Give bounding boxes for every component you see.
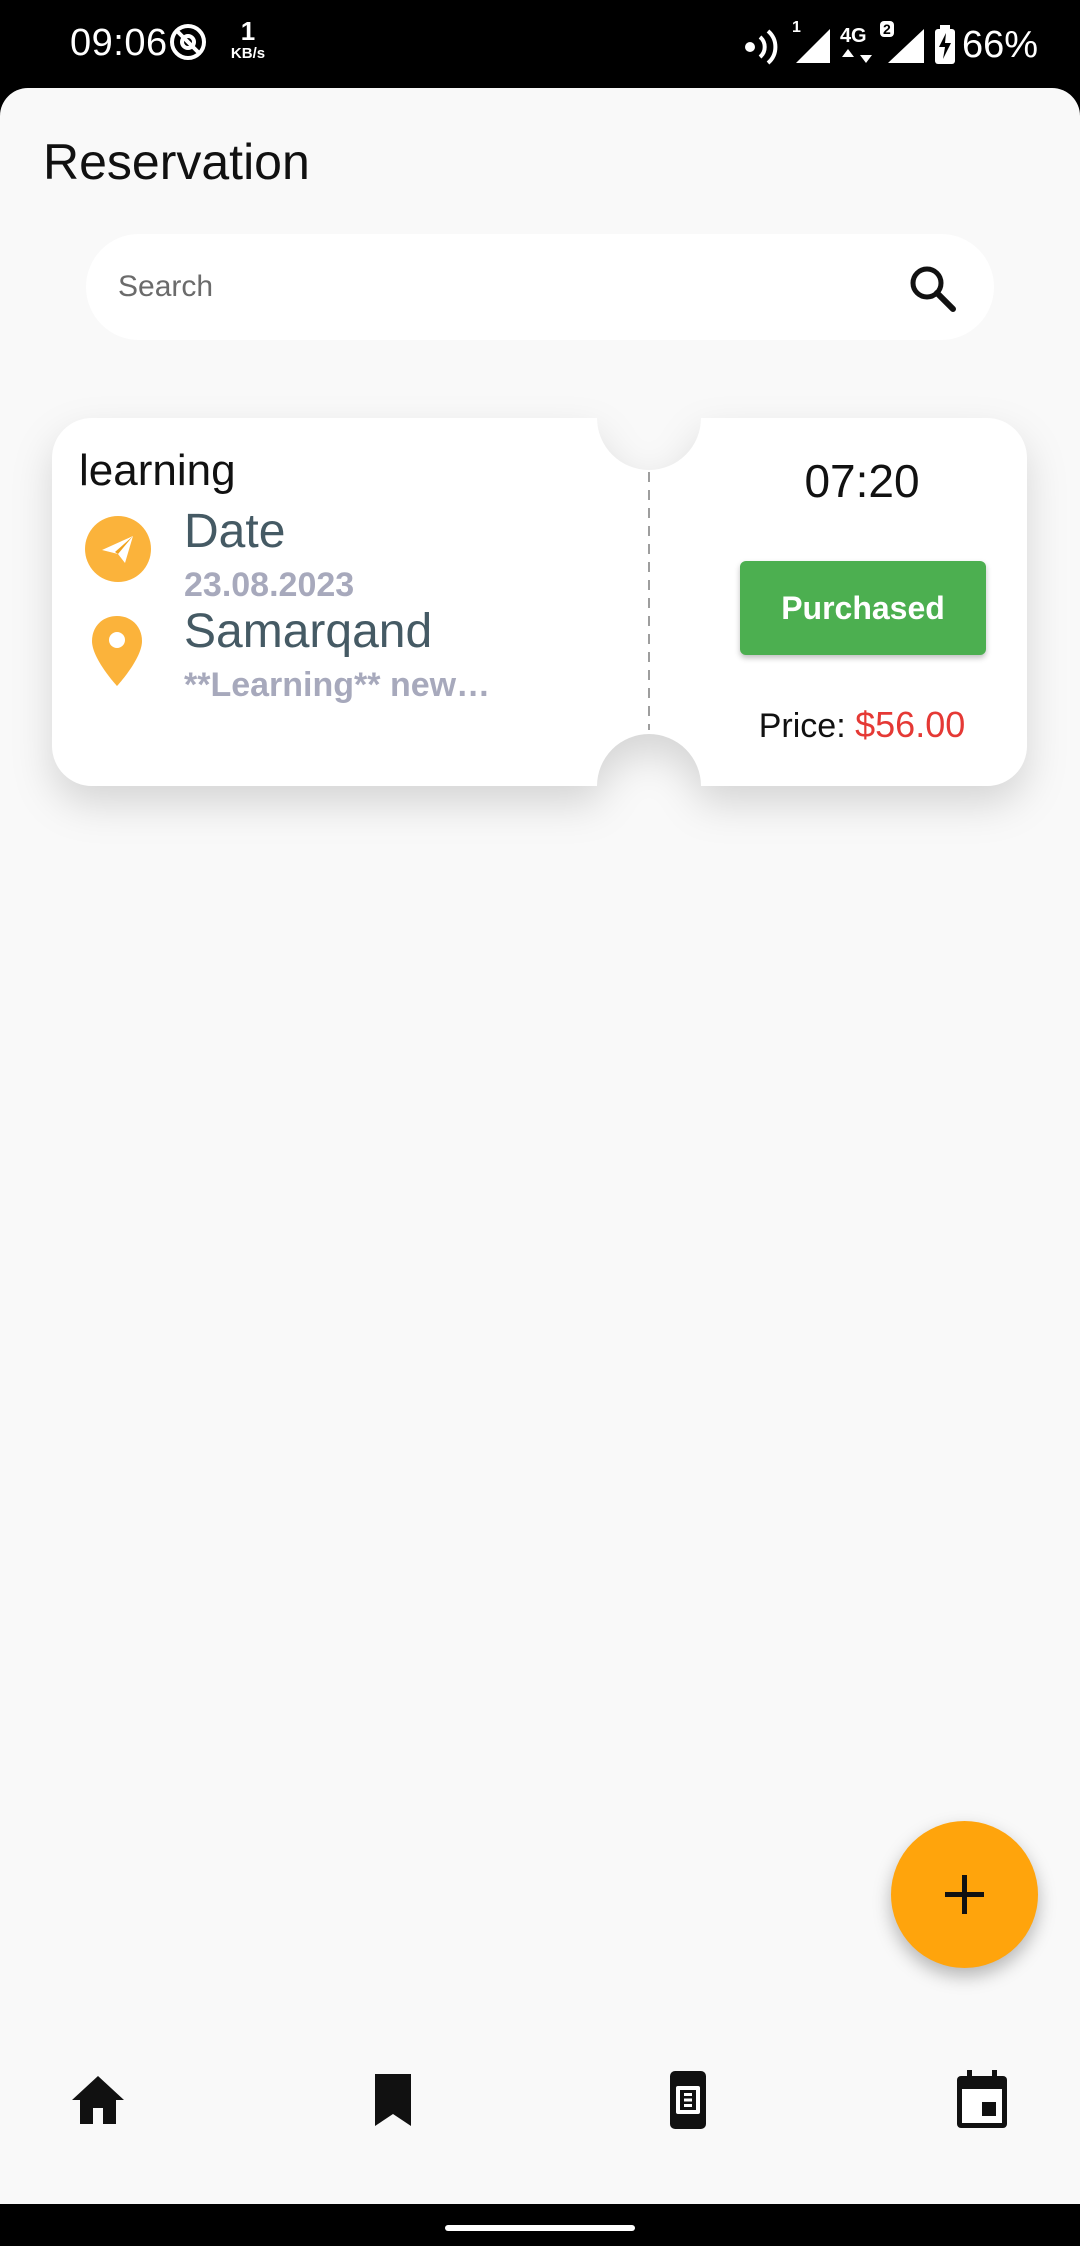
status-icons: 1 4G 2 66%	[742, 19, 1038, 70]
search-bar	[86, 234, 994, 340]
price-label: Price:	[758, 707, 846, 745]
home-indicator[interactable]	[445, 2225, 635, 2231]
network-type: 4G	[840, 25, 874, 65]
signal-sim2: 2	[879, 21, 928, 65]
battery-percent: 66%	[961, 23, 1038, 66]
signal-sim1: 1	[790, 19, 834, 65]
data-arrows-icon	[841, 49, 872, 63]
purchased-button[interactable]: Purchased	[740, 561, 986, 655]
hotspot-icon	[744, 29, 778, 65]
date-label: Date	[184, 505, 286, 558]
at-sign-icon	[170, 24, 206, 60]
battery-charging-icon	[934, 25, 955, 64]
calendar-icon[interactable]	[952, 2070, 1012, 2130]
signal-icon	[795, 29, 830, 63]
location-name: Samarqand	[184, 605, 433, 658]
status-bar: 09:06 1 KB/s 1 4G 2 66%	[0, 0, 1080, 88]
search-input[interactable]	[118, 234, 878, 340]
network-speed-value: 1	[240, 16, 256, 46]
add-reservation-button[interactable]	[891, 1821, 1038, 1968]
network-speed: 1 KB/s	[226, 18, 270, 61]
reservation-ticket[interactable]: learning Date 23.08.2023 Samarqand **Lea…	[52, 418, 1027, 786]
network-speed-unit: KB/s	[230, 45, 266, 62]
ticket-description: **Learning** new…	[184, 666, 491, 704]
search-icon[interactable]	[906, 262, 958, 314]
send-icon	[85, 516, 151, 582]
home-icon[interactable]	[68, 2070, 128, 2130]
signal-icon	[887, 29, 924, 63]
app-screen: Reservation learning Date 23.08.2023 Sam…	[0, 88, 1080, 2204]
date-value: 23.08.2023	[184, 566, 355, 604]
gesture-bar	[0, 2204, 1080, 2246]
location-pin-icon	[92, 616, 142, 686]
ticket-time: 07:20	[804, 455, 920, 507]
price-value: $56.00	[855, 704, 966, 745]
page-title: Reservation	[43, 134, 310, 190]
ticket-icon[interactable]	[658, 2070, 718, 2130]
network-type-label: 4G	[839, 25, 867, 47]
ticket-price: Price: $56.00	[717, 704, 1007, 746]
bookmark-icon[interactable]	[363, 2070, 423, 2130]
ticket-title: learning	[79, 446, 236, 495]
plus-icon	[945, 1875, 984, 1914]
status-time: 09:06	[70, 22, 168, 64]
